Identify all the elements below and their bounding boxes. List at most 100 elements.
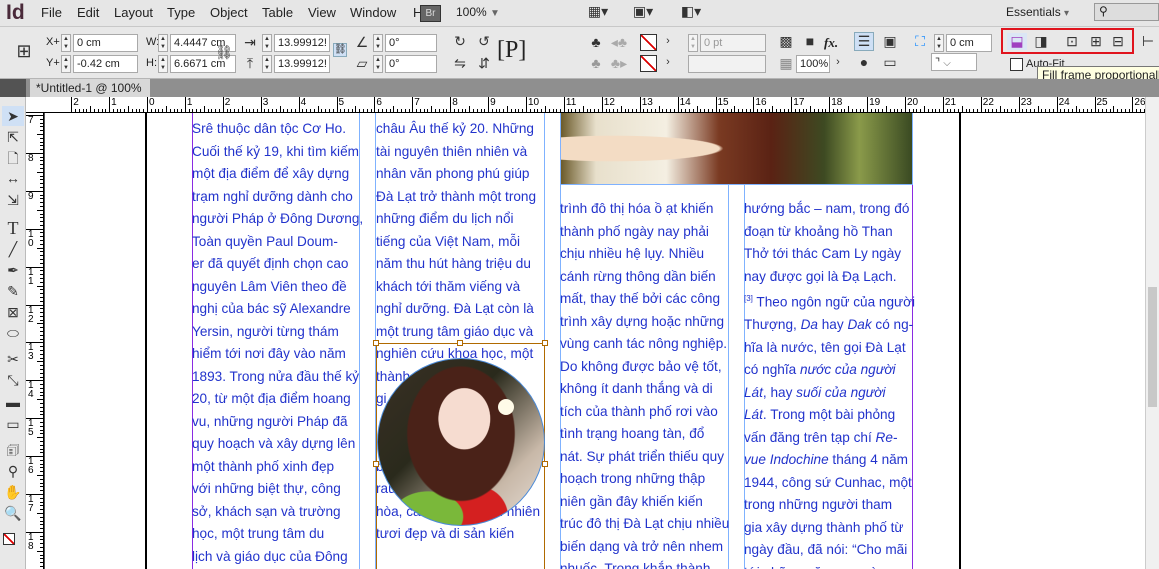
vertical-scrollbar[interactable] [1145,97,1159,569]
shear-field[interactable]: 0° [385,55,437,73]
vertical-ruler[interactable]: 7 8 9 10 11 12 13 14 15 16 17 18 [26,113,44,569]
menu-object[interactable]: Object [210,5,248,20]
select-content-icon[interactable]: ♣ [586,55,606,71]
type-tool-icon[interactable]: T [2,218,24,238]
fill-stroke-swatch-icon[interactable] [3,533,15,545]
stroke-weight-field[interactable]: 0 pt [700,34,766,52]
scrollbar-thumb[interactable] [1148,287,1157,407]
rotate-stepper[interactable]: ▲ ▼ [373,34,383,52]
scale-y-stepper[interactable]: ▲ ▼ [262,55,272,73]
workspace-switcher[interactable]: Essentials ▾ [1006,5,1069,19]
rotate-cw-icon[interactable]: ↻ [450,33,470,50]
y-field[interactable]: -0.42 cm [73,55,138,73]
resize-handle[interactable] [373,340,379,346]
zoom-level-dropdown[interactable]: 100% ▼ [456,5,500,19]
chevron-right-icon[interactable]: › [658,35,678,47]
stroke-swatch[interactable] [640,55,657,72]
shear-stepper[interactable]: ▲ ▼ [373,55,383,73]
menu-window[interactable]: Window [350,5,396,20]
search-input[interactable]: ⚲ [1094,3,1159,21]
jump-object-icon[interactable]: ▭ [880,54,900,71]
constrain-wh-icon[interactable]: ⛓ [214,44,234,61]
ruler-minor-tick [37,247,43,249]
reference-point-icon[interactable]: ⊞ [14,41,34,62]
direct-selection-tool-icon[interactable]: ⇱ [2,127,24,147]
stroke-type-dropdown[interactable] [688,55,766,73]
wrap-bounding-box-icon[interactable]: ▣ [880,33,900,50]
offset-stepper[interactable]: ▲ ▼ [934,34,944,52]
effects-button[interactable]: fx. [824,35,838,51]
wrap-shape-icon[interactable]: ● [854,54,874,70]
rotate-field[interactable]: 0° [385,34,437,52]
rotate-ccw-icon[interactable]: ↺ [474,33,494,50]
menu-file[interactable]: File [41,5,62,20]
bridge-button[interactable]: Br [420,5,441,22]
ruler-minor-tick [969,109,971,112]
select-previous-icon[interactable]: ◂♣ [609,34,629,51]
view-options-icon[interactable]: ▦▾ [583,3,613,20]
y-stepper[interactable]: ▲ ▼ [61,55,71,73]
menu-view[interactable]: View [308,5,336,20]
note-tool-icon[interactable]: 🗊 [2,440,24,460]
gradient-swatch-tool-icon[interactable]: ▬ [2,392,24,412]
screen-mode-icon[interactable]: ▣▾ [628,3,658,20]
ruler-minor-tick [817,109,819,112]
align-left-icon[interactable]: ⊢ [1138,33,1158,50]
ellipse-tool-icon[interactable]: ⬭ [2,323,24,343]
gap-tool-icon[interactable]: ↔ [2,168,24,188]
offset-field[interactable]: 0 cm [946,34,992,52]
flip-vertical-icon[interactable]: ⇵ [474,55,494,72]
text-line: Cuối thế kỷ 19, khi tìm kiếm [192,143,359,159]
document-canvas[interactable]: Srê thuộc dân tộc Cơ Ho. Cuối thế kỷ 19, … [45,113,1145,569]
content-collector-icon[interactable]: ⇲ [2,190,24,210]
select-next-icon[interactable]: ♣▸ [609,55,629,72]
pencil-tool-icon[interactable]: ✎ [2,281,24,301]
horizontal-ruler[interactable]: 2 1 0 1 2 3 4 5 6 7 8 9 10 11 12 13 14 15 16 17 18 19 20 21 22 23… [26,97,1146,113]
hand-tool-icon[interactable]: ✋ [2,482,24,502]
resize-handle[interactable] [457,340,463,346]
chevron-right-icon[interactable]: › [828,56,848,68]
stroke-weight-stepper[interactable]: ▲ ▼ [688,34,698,52]
line-tool-icon[interactable]: ╱ [2,239,24,259]
no-text-wrap-icon[interactable]: ☰ [854,32,874,51]
menu-layout[interactable]: Layout [114,5,153,20]
select-container-icon[interactable]: ♣ [586,34,606,50]
fill-swatch[interactable] [640,34,657,51]
resize-handle[interactable] [542,461,548,467]
menu-edit[interactable]: Edit [77,5,99,20]
rectangle-frame-tool-icon[interactable]: ⊠ [2,302,24,322]
flip-horizontal-icon[interactable]: ⇋ [450,55,470,72]
scale-x-field[interactable]: 13.99912! [274,34,330,52]
gradient-feather-tool-icon[interactable]: ▭ [2,414,24,434]
resize-handle[interactable] [373,461,379,467]
eyedropper-tool-icon[interactable]: ⚲ [2,461,24,481]
w-stepper[interactable]: ▲ ▼ [158,34,168,52]
menu-table[interactable]: Table [262,5,293,20]
menu-type[interactable]: Type [167,5,195,20]
scale-y-field[interactable]: 13.99912! [274,55,330,73]
selection-tool-icon[interactable]: ➤ [2,106,24,126]
portrait-photo[interactable] [377,358,545,526]
arrange-documents-icon[interactable]: ◧▾ [676,3,706,20]
free-transform-tool-icon[interactable]: ⤡ [2,370,24,390]
zoom-tool-icon[interactable]: 🔍 [2,503,24,523]
chevron-right-icon[interactable]: › [658,56,678,68]
resize-handle[interactable] [542,340,548,346]
h-stepper[interactable]: ▲ ▼ [158,55,168,73]
auto-fit-checkbox[interactable] [1010,58,1023,71]
ruler-minor-tick [1105,109,1107,112]
corner-shape-dropdown[interactable]: ⌝ ⌵ [931,53,977,71]
page-tool-icon[interactable]: 🗋 [2,148,24,168]
opacity-field[interactable]: 100% [796,55,830,73]
x-field[interactable]: 0 cm [73,34,138,52]
constrain-scale-toggle[interactable]: ⛓ [333,43,347,57]
ruler-major-tick [298,97,300,112]
scale-x-stepper[interactable]: ▲ ▼ [262,34,272,52]
x-stepper[interactable]: ▲ ▼ [61,34,71,52]
image-frame-top[interactable] [560,113,913,185]
pen-tool-icon[interactable]: ✒ [2,260,24,280]
document-tab[interactable]: *Untitled-1 @ 100% × [30,79,150,109]
scissors-tool-icon[interactable]: ✂ [2,349,24,369]
shadow-icon[interactable]: ■ [800,33,820,49]
drop-shadow-icon[interactable]: ▩ [776,33,796,50]
